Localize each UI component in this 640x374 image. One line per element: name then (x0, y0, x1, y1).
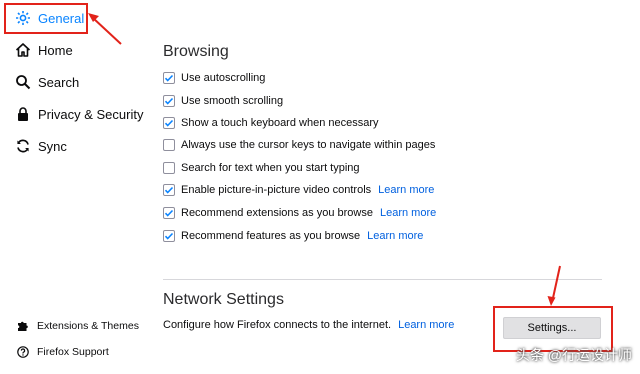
annotation-arrows (88, 13, 561, 306)
arrow-to-settings (547, 265, 561, 306)
watermark: 头条 @行运设计师 (515, 347, 632, 363)
arrow-to-general (88, 13, 122, 45)
